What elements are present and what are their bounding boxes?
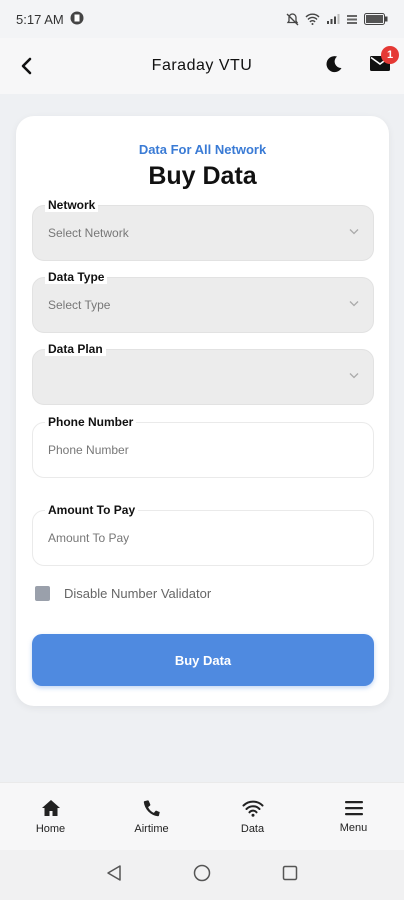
app-notification-icon — [70, 11, 84, 28]
signal-icon — [326, 13, 340, 25]
network-select[interactable]: Network Select Network — [32, 198, 374, 261]
card-subtitle: Data For All Network — [138, 142, 267, 157]
system-recents-button[interactable] — [282, 865, 298, 886]
data-plan-label: Data Plan — [45, 342, 106, 356]
phone-number-placeholder: Phone Number — [48, 443, 129, 457]
wifi-status-icon — [305, 13, 320, 25]
app-bar: Faraday VTU 1 — [0, 38, 404, 94]
chevron-down-icon — [349, 229, 359, 235]
nav-label-menu: Menu — [339, 821, 368, 834]
buy-data-card: Data For All Network Buy Data Network Se… — [16, 116, 389, 706]
nav-label-airtime: Airtime — [134, 822, 169, 835]
nav-item-data[interactable]: Data — [213, 799, 293, 835]
status-bar: 5:17 AM — [0, 0, 404, 38]
buy-data-button[interactable]: Buy Data — [32, 634, 374, 686]
nav-item-home[interactable]: Home — [11, 799, 91, 835]
system-home-button[interactable] — [193, 864, 211, 887]
notification-badge: 1 — [381, 46, 399, 64]
validator-toggle-row: Disable Number Validator — [35, 586, 211, 601]
chevron-down-icon — [349, 373, 359, 379]
mute-icon — [286, 12, 299, 26]
network-label: Network — [45, 198, 99, 212]
battery-icon — [364, 13, 388, 25]
back-arrow-icon — [21, 57, 32, 75]
amount-placeholder: Amount To Pay — [48, 531, 130, 545]
chevron-down-icon — [349, 301, 359, 307]
data-plan-select[interactable]: Data Plan — [32, 342, 374, 405]
system-back-button[interactable] — [106, 864, 122, 887]
data-type-select[interactable]: Data Type Select Type — [32, 270, 374, 333]
wifi-icon — [242, 800, 263, 817]
data-type-label: Data Type — [45, 270, 108, 284]
moon-icon — [326, 55, 342, 72]
nav-label-home: Home — [35, 822, 66, 835]
home-icon — [41, 799, 60, 816]
inbox-button[interactable]: 1 — [370, 46, 399, 76]
square-recents-icon — [283, 865, 298, 880]
dark-mode-toggle[interactable] — [324, 54, 344, 79]
status-time: 5:17 AM — [16, 11, 64, 27]
nav-item-menu[interactable]: Menu — [314, 800, 394, 834]
phone-icon — [143, 799, 160, 816]
system-nav-bar — [0, 850, 404, 900]
disable-validator-checkbox[interactable] — [35, 586, 50, 601]
circle-home-icon — [193, 864, 211, 881]
nav-item-airtime[interactable]: Airtime — [112, 799, 192, 835]
phone-number-field[interactable]: Phone Number Phone Number — [32, 415, 374, 478]
page-title: Buy Data — [148, 162, 257, 190]
data-type-placeholder: Select Type — [48, 298, 111, 312]
network-placeholder: Select Network — [48, 226, 129, 240]
amount-label: Amount To Pay — [45, 503, 139, 517]
back-button[interactable] — [14, 54, 38, 78]
disable-validator-label: Disable Number Validator — [64, 586, 212, 601]
phone-number-label: Phone Number — [45, 415, 137, 429]
network-speed-icon — [346, 13, 358, 25]
triangle-back-icon — [106, 864, 121, 881]
menu-icon — [344, 800, 363, 815]
bottom-nav: Home Airtime Data Menu — [0, 782, 404, 850]
nav-label-data: Data — [240, 822, 265, 835]
amount-field[interactable]: Amount To Pay Amount To Pay — [32, 503, 374, 566]
